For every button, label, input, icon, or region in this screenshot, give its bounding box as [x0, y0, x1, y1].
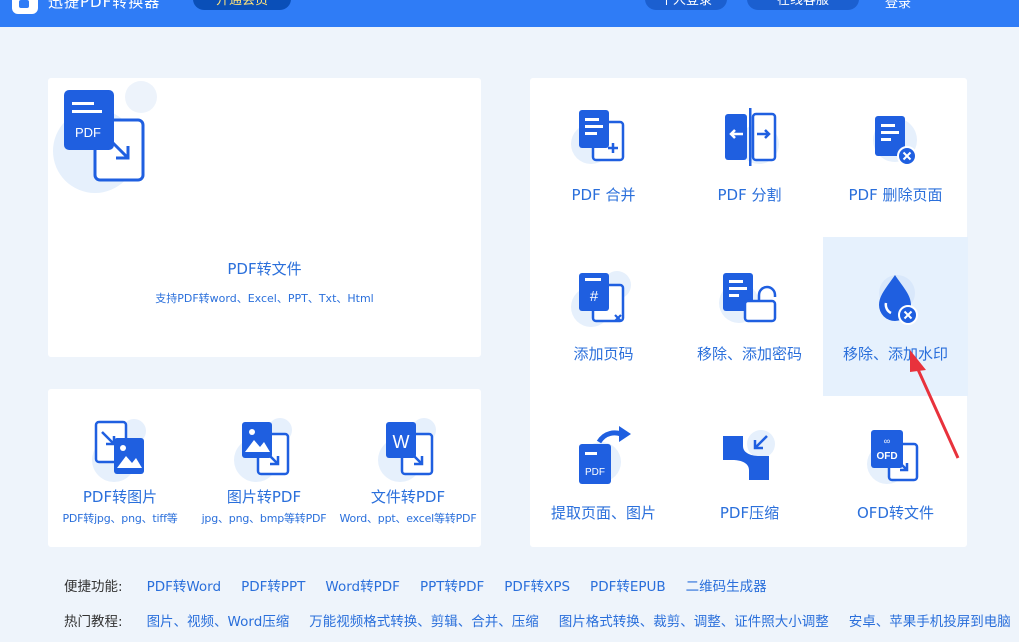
- lock-icon: [719, 273, 777, 323]
- link-tutorial-mirror[interactable]: 安卓、苹果手机投屏到电脑: [849, 610, 1011, 630]
- tool-password[interactable]: 移除、添加密码: [677, 237, 822, 396]
- tool-pdf-merge[interactable]: PDF 合并: [531, 78, 676, 237]
- tutorials-row: 热门教程: 图片、视频、Word压缩 万能视频格式转换、剪辑、合并、压缩 图片格…: [64, 610, 1019, 630]
- login-button[interactable]: 个人登录: [645, 0, 727, 10]
- tool-pdf-merge-label: PDF 合并: [571, 186, 636, 204]
- pdf-to-image-icon: [92, 419, 146, 482]
- tool-password-label: 移除、添加密码: [696, 345, 802, 363]
- link-pdf-to-xps[interactable]: PDF转XPS: [504, 575, 570, 595]
- word-to-pdf-icon: W: [378, 418, 436, 482]
- link-word-to-pdf[interactable]: Word转PDF: [325, 575, 400, 595]
- link-qrcode[interactable]: 二维码生成器: [686, 575, 767, 595]
- tool-pdf-compress[interactable]: PDF压缩: [677, 396, 822, 555]
- tool-extract[interactable]: PDF 提取页面、图片: [531, 396, 676, 555]
- link-tutorial-compress[interactable]: 图片、视频、Word压缩: [147, 610, 290, 630]
- pdf-to-file-subtitle: 支持PDF转word、Excel、PPT、Txt、Html: [155, 292, 374, 305]
- minimize-button[interactable]: —: [975, 0, 988, 7]
- app-logo: [12, 0, 38, 14]
- file-to-pdf-sub: Word、ppt、excel等转PDF: [339, 512, 477, 525]
- extract-pdf-text: PDF: [585, 467, 605, 478]
- file-to-pdf-item[interactable]: W 文件转PDF Word、ppt、excel等转PDF: [336, 389, 480, 547]
- pdf-to-image-label: PDF转图片: [82, 488, 158, 506]
- link-tutorial-image[interactable]: 图片格式转换、裁剪、调整、证件照大小调整: [559, 610, 829, 630]
- annotation-arrow: [910, 350, 960, 459]
- pdf-to-image-sub: PDF转jpg、png、tiff等: [62, 512, 178, 525]
- svg-text:∞: ∞: [884, 436, 890, 446]
- word-icon-text: W: [393, 432, 410, 452]
- file-to-pdf-label: 文件转PDF: [370, 488, 446, 506]
- delete-pages-icon: [873, 116, 917, 166]
- tool-add-page-number-label: 添加页码: [573, 345, 634, 363]
- watermark-drop-icon: [879, 275, 918, 325]
- extract-icon: PDF: [579, 426, 631, 484]
- tool-pdf-compress-label: PDF压缩: [719, 504, 780, 522]
- shortcuts-row: 便捷功能: PDF转Word PDF转PPT Word转PDF PPT转PDF …: [64, 575, 787, 595]
- ofd-icon-text: OFD: [876, 451, 897, 462]
- tool-pdf-split[interactable]: PDF 分割: [677, 78, 822, 237]
- link-pdf-to-ppt[interactable]: PDF转PPT: [241, 575, 305, 595]
- pdf-to-image-item[interactable]: PDF转图片 PDF转jpg、png、tiff等: [48, 389, 192, 547]
- tool-extract-label: 提取页面、图片: [550, 504, 656, 522]
- pdf-icon-text: PDF: [75, 125, 101, 140]
- top-login-link[interactable]: 登录: [885, 0, 911, 11]
- vip-button[interactable]: 开通会员: [193, 0, 291, 10]
- tool-pdf-delete-pages-label: PDF 删除页面: [848, 186, 943, 204]
- tutorials-heading: 热门教程:: [64, 614, 123, 630]
- image-to-pdf-item[interactable]: 图片转PDF jpg、png、bmp等转PDF: [192, 389, 336, 547]
- tool-pdf-delete-pages[interactable]: PDF 删除页面: [823, 78, 968, 237]
- page-number-icon: #: [571, 271, 631, 327]
- image-to-pdf-icon: [234, 418, 292, 482]
- tool-pdf-split-label: PDF 分割: [717, 186, 782, 204]
- top-bar: 迅捷PDF转换器 开通会员 个人登录 在线客服 登录 —: [0, 0, 1019, 27]
- tool-ofd-to-file-label: OFD转文件: [857, 504, 934, 522]
- hash-icon-text: #: [590, 288, 599, 305]
- link-pdf-to-word[interactable]: PDF转Word: [147, 575, 222, 595]
- compress-icon: [723, 430, 775, 480]
- link-ppt-to-pdf[interactable]: PPT转PDF: [420, 575, 484, 595]
- merge-icon: [571, 110, 625, 164]
- image-to-pdf-sub: jpg、png、bmp等转PDF: [201, 512, 327, 525]
- pdf-to-file-card[interactable]: PDF PDF转文件 支持PDF转word、Excel、PPT、Txt、Html: [48, 78, 481, 357]
- service-button[interactable]: 在线客服: [747, 0, 859, 10]
- pdf-to-file-icon: PDF: [53, 81, 157, 193]
- link-tutorial-video[interactable]: 万能视频格式转换、剪辑、合并、压缩: [309, 610, 539, 630]
- app-title: 迅捷PDF转换器: [48, 0, 161, 11]
- pdf-to-file-title: PDF转文件: [227, 260, 302, 278]
- shortcuts-heading: 便捷功能:: [64, 579, 123, 595]
- image-to-pdf-label: 图片转PDF: [226, 488, 302, 506]
- tool-add-page-number[interactable]: # 添加页码: [531, 237, 676, 396]
- split-icon: [725, 108, 779, 166]
- link-pdf-to-epub[interactable]: PDF转EPUB: [590, 575, 666, 595]
